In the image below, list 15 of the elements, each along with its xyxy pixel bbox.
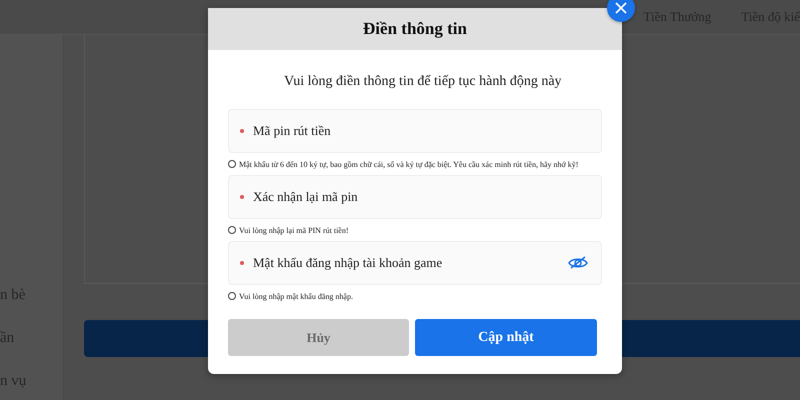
eye-slash-icon[interactable] <box>568 256 588 270</box>
hint-text: Vui lòng nhập mật khẩu đăng nhập. <box>239 292 353 300</box>
info-icon <box>228 160 236 168</box>
close-icon <box>615 2 627 14</box>
dialog-title: Điền thông tin <box>363 19 467 39</box>
dialog-subtitle: Vui lòng điền thông tin để tiếp tục hành động này <box>284 74 563 90</box>
info-icon <box>228 292 236 300</box>
cancel-button[interactable]: Hủy <box>228 319 409 356</box>
hint-text: Mật khẩu từ 6 đến 10 ký tự, bao gồm chữ cái, số và ký tự đặc biệt. Yêu cầu xác minh rút tiền, hãy nhớ kỹ! <box>239 160 578 168</box>
update-button[interactable]: Cập nhật <box>415 319 597 356</box>
input-field[interactable]: Mã pin rút tiền <box>228 109 602 153</box>
input-field[interactable]: Xác nhận lại mã pin <box>228 175 602 219</box>
hint-text: Vui lòng nhập lại mã PIN rút tiền! <box>239 226 348 234</box>
input-field[interactable]: Mật khẩu đăng nhập tài khoản game <box>228 241 602 285</box>
info-icon <box>228 226 236 234</box>
